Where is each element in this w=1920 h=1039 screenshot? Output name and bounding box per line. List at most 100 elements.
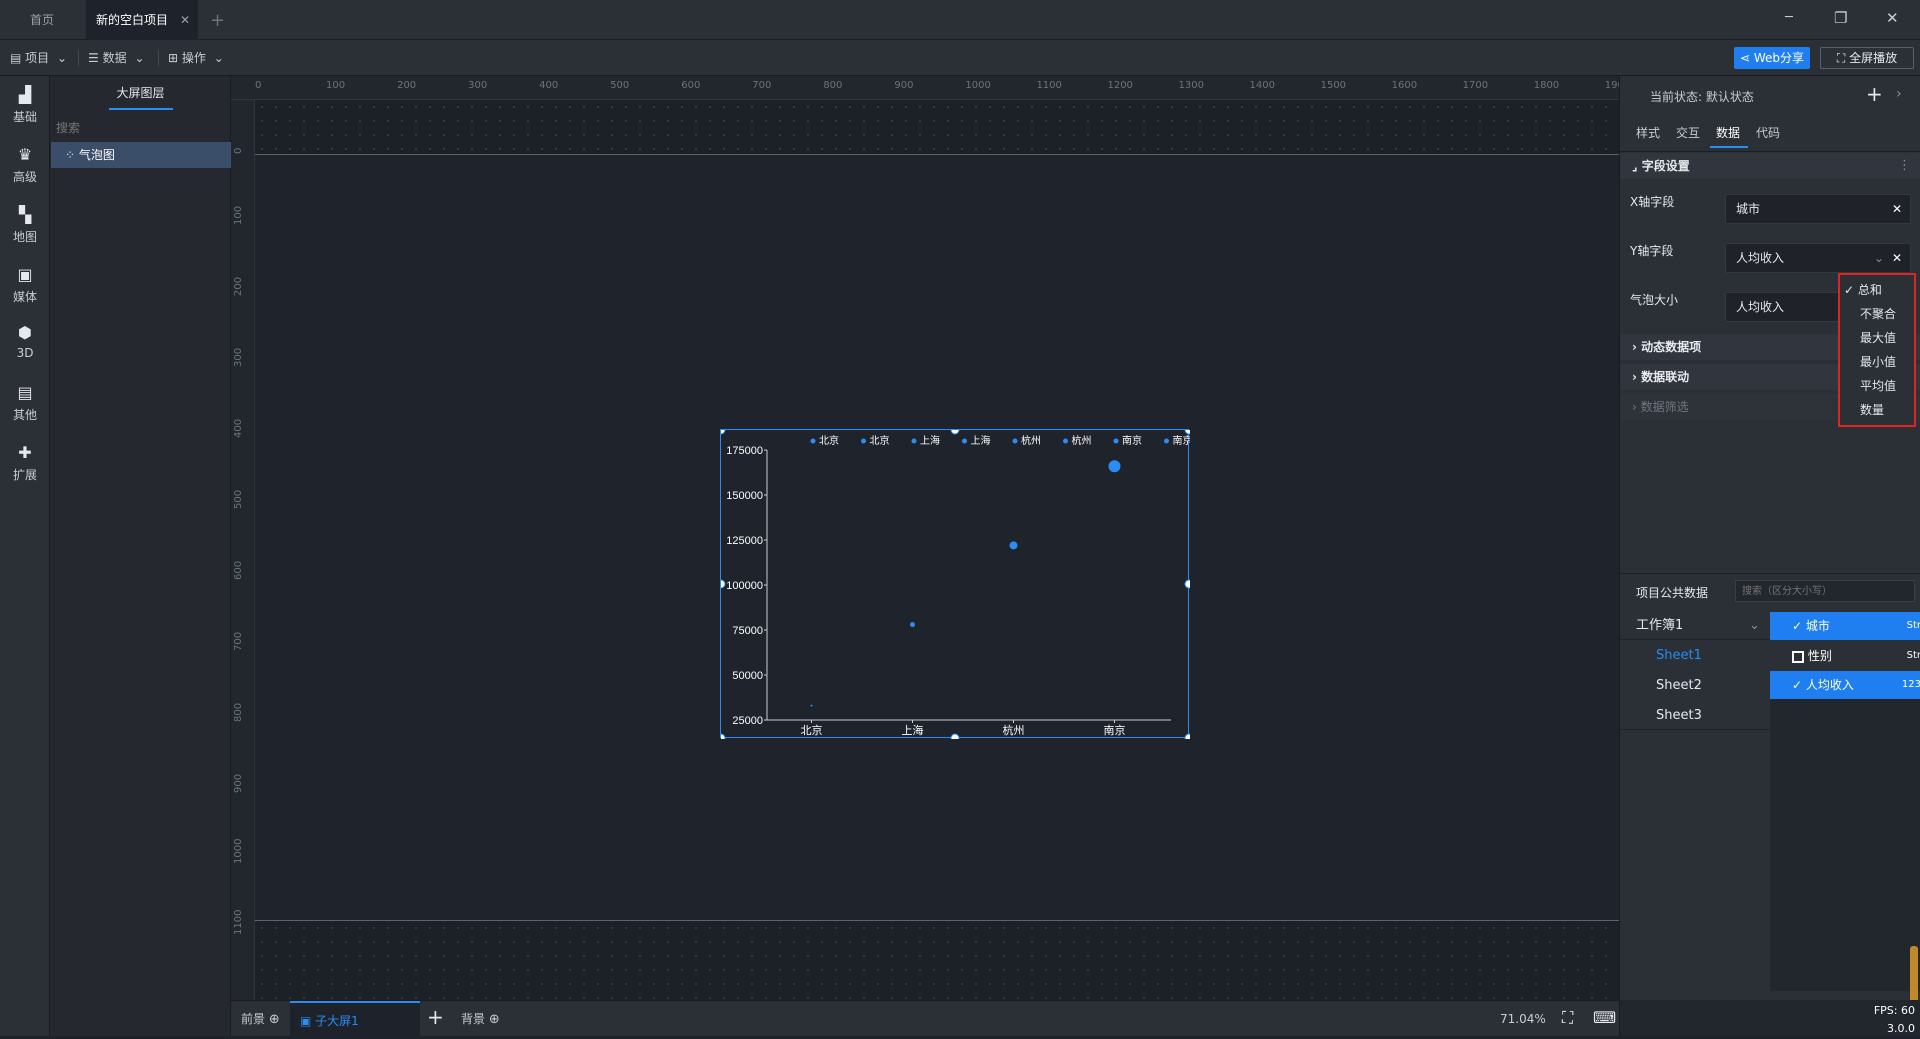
ruler-tick: 0 [233,147,244,154]
ruler-tick: 700 [233,632,244,652]
ruler-tick: 1000 [233,838,244,865]
agg-option-count[interactable]: 数量 [1840,398,1914,422]
ruler-tick: 200 [397,80,417,91]
chevron-right-icon: › [1632,400,1637,414]
field-settings-title: 字段设置 [1641,159,1690,173]
sheet-item-2[interactable]: Sheet2 [1620,672,1770,700]
menu-data-label: 数据 [102,51,127,65]
stage-margin-bottom [255,921,1619,1000]
ruler-tick: 1900 [1604,80,1619,91]
menu-project-label: 项目 [25,51,50,65]
agg-option-max[interactable]: 最大值 [1840,326,1914,350]
zoom-level[interactable]: 71.04% [1500,1001,1546,1037]
clear-icon[interactable]: ✕ [1892,195,1902,223]
resize-handle [721,430,726,435]
sheet-item-3[interactable]: Sheet3 [1620,702,1770,730]
workbook-item[interactable]: 工作簿1 ⌄ [1620,612,1770,640]
sheet-item-1[interactable]: Sheet1 [1620,642,1770,670]
chevron-down-icon: ⌄ [1749,618,1760,633]
resize-handle [950,733,960,739]
design-stage[interactable]: 175000 150000 125000 100000 75000 50000 25000 北… [255,100,1619,1000]
nav-other[interactable]: ▤ 其他 [0,374,50,434]
x-field-value: 城市 [1736,202,1761,216]
ruler-tick: 1100 [1036,80,1062,91]
foreground-tab[interactable]: 前景 ⊕ [241,1001,280,1037]
chevron-down-icon[interactable]: ⌄ [1874,244,1884,272]
x-field-select[interactable]: 城市 ✕ [1725,194,1911,224]
agg-option-sum[interactable]: ✓ 总和 [1840,278,1914,302]
background-label: 背景 [461,1012,486,1026]
y-field-label: Y轴字段 [1630,244,1674,258]
ruler-tick: 1700 [1462,80,1489,91]
tab-data[interactable]: 数据 [1716,124,1740,141]
nav-3d[interactable]: ⬢ 3D [0,314,50,374]
layer-search-input[interactable] [56,116,226,140]
tab-close-icon[interactable]: ✕ [180,0,190,40]
tab-code[interactable]: 代码 [1756,124,1780,141]
column-item-income[interactable]: ✓ 人均收入 123 [1770,671,1920,699]
nav-basic[interactable]: ▟ 基础 [0,76,50,136]
legend-label: 杭州 [1072,434,1092,447]
more-icon[interactable]: ⋮ [1898,153,1911,179]
layer-item[interactable]: ⁘ 气泡图 [51,142,231,168]
legend-label: 上海 [971,434,991,447]
agg-option-none[interactable]: 不聚合 [1840,302,1914,326]
divider [1620,151,1920,152]
background-tab[interactable]: 背景 ⊕ [461,1001,500,1037]
tab-home[interactable]: 首页 [10,0,74,40]
ruler-tick: 1500 [1320,80,1347,91]
nav-media[interactable]: ▣ 媒体 [0,256,50,316]
agg-option-min[interactable]: 最小值 [1840,350,1914,374]
add-tab-button[interactable]: + [210,10,225,31]
menu-data[interactable]: ☰ 数据 ⌄ [88,40,145,76]
minimize-icon[interactable]: ─ [1785,10,1793,25]
y-tick-label: 175000 [726,445,763,457]
check-icon: ✓ [1792,678,1803,692]
layers-panel: 大屏图层 ⁘ 气泡图 [50,76,231,1036]
canvas-area: 0 100 200 300 400 500 600 700 800 900 1000 1100 1200… [231,76,1619,1000]
public-data-search-input[interactable] [1735,580,1915,602]
restore-icon[interactable]: ❐ [1834,9,1847,27]
scrollbar[interactable] [1910,946,1918,1006]
y-tick-label: 150000 [726,490,763,502]
sub-screen-tab[interactable]: ▣ 子大屏1 [290,1001,420,1037]
keyboard-icon[interactable]: ⌨ [1593,1008,1616,1027]
nav-advanced[interactable]: ♛ 高级 [0,136,50,196]
resize-handle [1184,733,1190,739]
nav-map[interactable]: ▚ 地图 [0,196,50,256]
nav-extend[interactable]: ✚ 扩展 [0,434,50,494]
bubble-chart-widget[interactable]: 175000 150000 125000 100000 75000 50000 25000 北… [720,429,1190,739]
close-window-icon[interactable]: ✕ [1886,9,1899,27]
y-field-select[interactable]: 人均收入 ⌄ ✕ [1725,243,1911,273]
legend-label: 上海 [920,434,940,447]
crown-icon: ♛ [17,145,33,164]
x-tick-label: 上海 [902,723,924,737]
fullscreen-play-button[interactable]: ⛶ 全屏播放 [1820,47,1914,69]
add-state-button[interactable]: + [1866,82,1883,106]
screen-boundary-top [255,154,1619,155]
tab-style[interactable]: 样式 [1636,124,1660,141]
fit-screen-icon[interactable]: ⛶ [1562,1008,1573,1028]
column-item-gender[interactable]: 性别 Str [1770,642,1920,670]
add-screen-button[interactable]: + [427,1005,444,1029]
tab-project-label: 新的空白项目 [96,13,169,27]
add-circle-icon[interactable]: ⊕ [489,1012,500,1027]
tab-project[interactable]: 新的空白项目 ✕ [86,0,198,40]
column-item-city[interactable]: ✓ 城市 Str [1770,612,1920,640]
ruler-tick: 1800 [1533,80,1560,91]
collapse-icon: ⌟ [1632,159,1638,173]
nav-advanced-label: 高级 [12,170,37,184]
field-settings-header[interactable]: ⌟ 字段设置 ⋮ [1620,153,1920,179]
chevron-down-icon: ⌄ [134,51,145,65]
tab-interaction[interactable]: 交互 [1676,124,1700,141]
clear-icon[interactable]: ✕ [1892,244,1902,272]
web-share-button[interactable]: ⋖ Web分享 [1734,47,1810,69]
chevron-right-icon[interactable]: › [1896,86,1902,102]
add-circle-icon[interactable]: ⊕ [269,1012,280,1027]
menu-project[interactable]: ▤ 项目 ⌄ [10,40,67,76]
nav-media-label: 媒体 [12,290,37,304]
legend-label: 杭州 [1021,434,1041,447]
agg-option-avg[interactable]: 平均值 [1840,374,1914,398]
menu-operation[interactable]: ⊞ 操作 ⌄ [168,40,224,76]
layers-tab[interactable]: 大屏图层 [50,76,231,112]
